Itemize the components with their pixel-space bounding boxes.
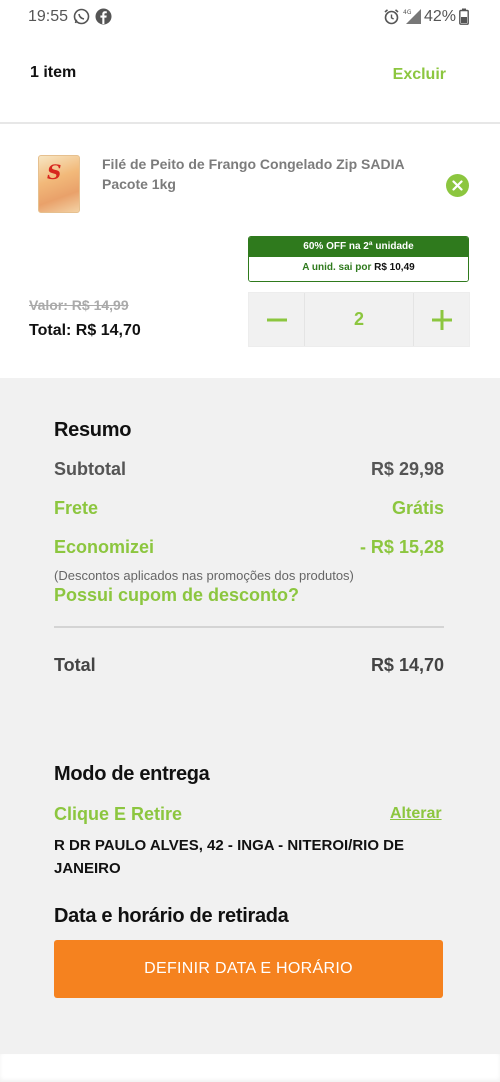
promo-unit-value: R$ 10,49 bbox=[374, 262, 415, 273]
bottom-bar bbox=[0, 1054, 500, 1082]
change-delivery-button[interactable]: Alterar bbox=[390, 805, 442, 823]
item-count: 1 item bbox=[30, 64, 77, 81]
remove-item-button[interactable] bbox=[446, 174, 469, 197]
total-row: Total R$ 14,70 bbox=[54, 655, 444, 676]
total-label: Total bbox=[54, 655, 96, 675]
cart-header: 1 item Excluir bbox=[0, 34, 500, 124]
delivery-mode: Clique E Retire bbox=[54, 804, 183, 824]
close-icon bbox=[452, 180, 463, 191]
sadia-logo-icon: S bbox=[47, 160, 62, 184]
promo-title: 60% OFF na 2ª unidade bbox=[249, 237, 468, 257]
shipping-row: Frete Grátis bbox=[54, 498, 444, 519]
whatsapp-icon bbox=[72, 7, 90, 25]
savings-note: (Descontos aplicados nas promoções dos p… bbox=[54, 568, 354, 583]
item-total: Total: R$ 14,70 bbox=[29, 322, 141, 339]
shipping-value: Grátis bbox=[391, 498, 444, 518]
signal-label: 4G bbox=[403, 9, 412, 16]
promo-unit-prefix: A unid. sai por bbox=[302, 262, 372, 273]
cart-item: S Filé de Peito de Frango Congelado Zip … bbox=[0, 124, 500, 378]
delete-all-button[interactable]: Excluir bbox=[393, 66, 446, 84]
savings-label: Economizei bbox=[54, 537, 155, 557]
promo-unit-price: A unid. sai por R$ 10,49 bbox=[249, 257, 468, 281]
status-time: 19:55 bbox=[28, 8, 69, 25]
plus-icon bbox=[431, 309, 452, 330]
shipping-label: Frete bbox=[54, 498, 99, 518]
coupon-link[interactable]: Possui cupom de desconto? bbox=[54, 585, 299, 606]
pickup-address: R DR PAULO ALVES, 42 - INGA - NITEROI/RI… bbox=[54, 837, 405, 877]
savings-value: - R$ 15,28 bbox=[359, 537, 444, 557]
signal-icon: 4G bbox=[402, 7, 422, 25]
set-pickup-datetime-button[interactable]: DEFINIR DATA E HORÁRIO bbox=[54, 940, 443, 998]
minus-icon bbox=[266, 318, 287, 321]
product-name[interactable]: Filé de Peito de Frango Congelado Zip SA… bbox=[102, 154, 422, 194]
facebook-icon bbox=[94, 7, 112, 25]
quantity-value: 2 bbox=[304, 293, 414, 346]
old-price: Valor: R$ 14,99 bbox=[29, 297, 129, 313]
increase-quantity-button[interactable] bbox=[414, 293, 469, 346]
status-bar: 19:55 4G 42% bbox=[0, 0, 500, 34]
battery-icon bbox=[458, 7, 470, 25]
decrease-quantity-button[interactable] bbox=[249, 293, 304, 346]
quantity-stepper: 2 bbox=[248, 292, 470, 347]
summary-title: Resumo bbox=[54, 419, 132, 441]
summary-divider bbox=[54, 626, 444, 628]
subtotal-row: Subtotal R$ 29,98 bbox=[54, 459, 444, 480]
product-image[interactable]: S bbox=[38, 155, 80, 213]
savings-row: Economizei - R$ 15,28 bbox=[54, 537, 444, 558]
subtotal-label: Subtotal bbox=[54, 459, 126, 479]
subtotal-value: R$ 29,98 bbox=[370, 459, 444, 479]
total-value: R$ 14,70 bbox=[370, 655, 444, 675]
delivery-title: Modo de entrega bbox=[54, 763, 210, 785]
promo-badge: 60% OFF na 2ª unidade A unid. sai por R$… bbox=[248, 236, 469, 282]
order-summary: Resumo Subtotal R$ 29,98 Frete Grátis Ec… bbox=[0, 378, 500, 1054]
pickup-title: Data e horário de retirada bbox=[54, 905, 289, 927]
alarm-icon bbox=[382, 7, 400, 25]
battery-percent: 42% bbox=[424, 8, 457, 25]
